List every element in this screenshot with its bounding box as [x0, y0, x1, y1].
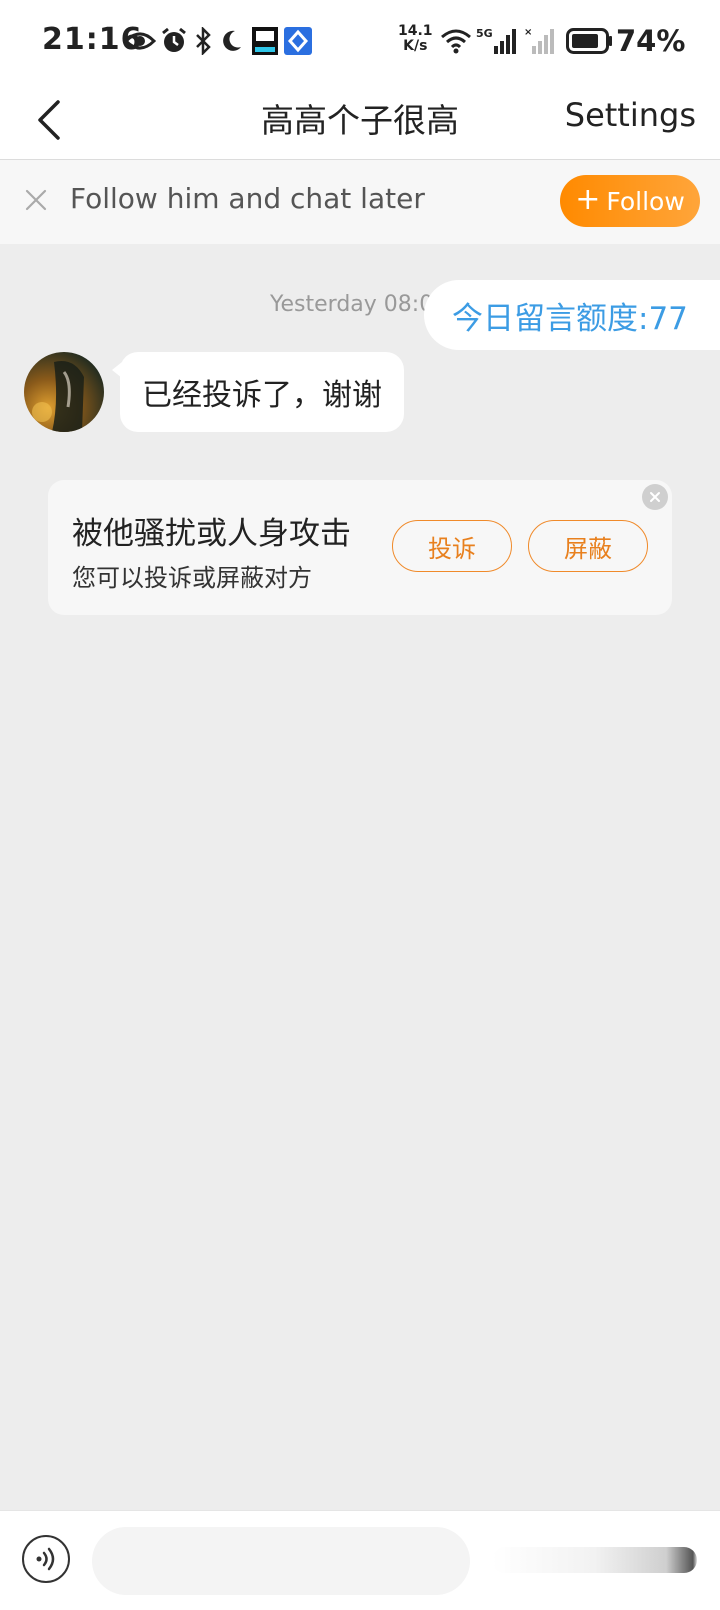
plus-icon: + [575, 182, 601, 217]
notice-title: 被他骚扰或人身攻击 [72, 516, 351, 552]
net-speed: 14.1 K/s [398, 23, 433, 54]
notice-subtitle: 您可以投诉或屏蔽对方 [72, 564, 312, 592]
report-button[interactable]: 投诉 [392, 520, 512, 572]
wifi-icon [440, 26, 472, 56]
back-button[interactable] [22, 92, 78, 148]
moon-icon [218, 26, 244, 56]
message-input[interactable] [92, 1527, 470, 1595]
dismiss-follow-button[interactable] [20, 184, 52, 216]
app-notification-icon [252, 26, 278, 56]
signal-5g-icon: 5G [476, 26, 520, 56]
bubble-tail [112, 362, 122, 378]
close-icon [650, 492, 660, 502]
follow-button-label: Follow [606, 186, 685, 216]
harassment-notice-card: 被他骚扰或人身攻击 您可以投诉或屏蔽对方 投诉 屏蔽 [48, 480, 672, 615]
message-text: 已经投诉了，谢谢 [142, 378, 382, 413]
close-notice-button[interactable] [642, 484, 668, 510]
alarm-icon [160, 26, 188, 56]
chevron-left-icon [38, 100, 60, 140]
svg-text:×: × [524, 27, 532, 38]
avatar[interactable] [24, 352, 104, 432]
close-icon [25, 189, 47, 211]
bluetooth-icon [192, 26, 214, 56]
follow-prompt-text: Follow him and chat later [70, 182, 425, 215]
message-input-bar [0, 1510, 720, 1610]
block-button[interactable]: 屏蔽 [528, 520, 648, 572]
quota-text: 今日留言额度:77 [452, 300, 688, 337]
battery-percent: 74% [616, 24, 686, 58]
follow-bar: Follow him and chat later + Follow [0, 160, 720, 244]
signal-no-service-icon: × [524, 26, 556, 56]
header: 高高个子很高 Settings [0, 84, 720, 160]
app-notification-icon-2 [284, 26, 312, 56]
page-title: 高高个子很高 [261, 101, 459, 140]
voice-input-button[interactable] [22, 1535, 70, 1583]
follow-button[interactable]: + Follow [560, 175, 700, 227]
send-button[interactable] [492, 1547, 697, 1573]
message-bubble[interactable]: 已经投诉了，谢谢 [112, 352, 404, 432]
voice-icon [36, 1547, 55, 1571]
message-timestamp: Yesterday 08:0 [270, 292, 434, 317]
eye-icon [124, 26, 156, 56]
battery-icon [566, 26, 614, 56]
settings-button[interactable]: Settings [565, 96, 696, 134]
message-quota-badge: 今日留言额度:77 [424, 280, 720, 350]
svg-text:5G: 5G [476, 27, 493, 40]
status-bar: 21:16 14.1 K/s 5G × 74% [0, 0, 720, 84]
